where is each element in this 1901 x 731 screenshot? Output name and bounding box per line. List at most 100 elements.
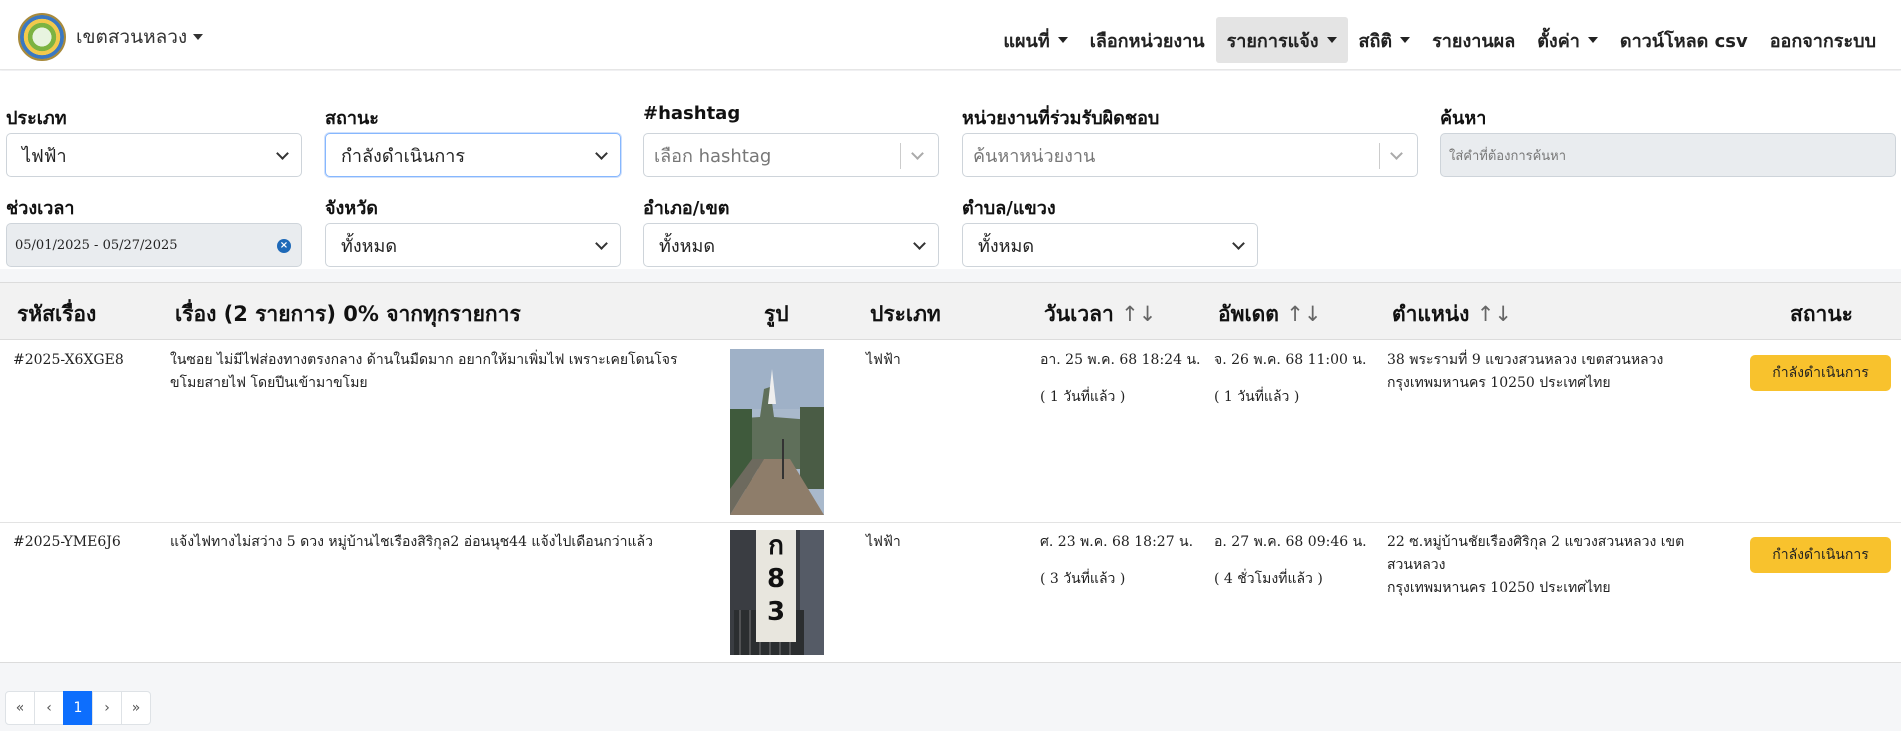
- district-filter-label: อำเภอ/เขต: [643, 198, 730, 219]
- datetime-value: ศ. 23 พ.ค. 68 18:27 น.: [1040, 534, 1194, 550]
- date-range-input[interactable]: 05/01/2025 - 05/27/2025 ×: [6, 223, 302, 267]
- datetime-value: อา. 25 พ.ค. 68 18:24 น.: [1040, 352, 1201, 368]
- brand-menu[interactable]: เขตสวนหลวง: [18, 13, 204, 61]
- photo-sign-char: 3: [766, 597, 786, 627]
- status-select-value: กำลังดำเนินการ: [341, 145, 466, 167]
- brand-name: เขตสวนหลวง: [76, 26, 188, 48]
- last-page-button[interactable]: »: [121, 691, 151, 725]
- district-select-value: ทั้งหมด: [659, 235, 716, 257]
- report-type: ไฟฟ้า: [866, 534, 901, 550]
- nav-settings[interactable]: ตั้งค่า: [1526, 17, 1609, 63]
- province-select[interactable]: ทั้งหมด: [325, 223, 621, 267]
- photo-sign-text: ก 8 3: [756, 530, 796, 629]
- chevron-down-icon: [276, 147, 289, 160]
- col-datetime-header[interactable]: วันเวลา ↑↓: [1044, 298, 1156, 331]
- report-location: 22 ซ.หมู่บ้านชัยเรืองศิริกุล 2 แขวงสวนหล…: [1387, 531, 1739, 600]
- agency-placeholder: ค้นหาหน่วยงาน: [973, 145, 1096, 167]
- location-line: กรุงเทพมหานคร 10250 ประเทศไทย: [1387, 580, 1611, 596]
- hashtag-select[interactable]: เลือก hashtag: [643, 133, 939, 177]
- report-photo[interactable]: [730, 349, 824, 515]
- col-location-label: ตำแหน่ง: [1392, 302, 1470, 326]
- reports-table: รหัสเรื่อง เรื่อง (2 รายการ) 0% จากทุกรา…: [0, 282, 1901, 663]
- status-badge[interactable]: กำลังดำเนินการ: [1750, 537, 1891, 573]
- nav-reports-label: รายการแจ้ง: [1226, 30, 1319, 52]
- nav-settings-label: ตั้งค่า: [1537, 30, 1580, 52]
- status-filter-label: สถานะ: [325, 108, 379, 129]
- nav-results-report-label: รายงานผล: [1432, 30, 1516, 52]
- location-line: 38 พระรามที่ 9 แขวงสวนหลวง เขตสวนหลวง: [1387, 352, 1664, 368]
- search-placeholder: ใส่คำที่ต้องการค้นหา: [1449, 148, 1567, 164]
- prev-page-button[interactable]: ‹: [34, 691, 64, 725]
- report-id[interactable]: #2025-YME6J6: [13, 531, 121, 554]
- type-select-value: ไฟฟ้า: [22, 145, 67, 167]
- type-select[interactable]: ไฟฟ้า: [6, 133, 302, 177]
- period-filter-label: ช่วงเวลา: [6, 198, 75, 219]
- chevron-down-icon: [1400, 37, 1411, 43]
- chevron-down-icon: [1390, 147, 1403, 160]
- col-title-header: เรื่อง (2 รายการ) 0% จากทุกรายการ: [175, 302, 521, 326]
- col-updated-header[interactable]: อัพเดต ↑↓: [1218, 298, 1321, 331]
- pagination: « ‹ 1 › »: [5, 691, 151, 725]
- description-line: ขโมยสายไฟ โดยปีนเข้ามาขโมย: [170, 375, 368, 391]
- nav-results-report[interactable]: รายงานผล: [1421, 17, 1526, 63]
- col-status-header: สถานะ: [1790, 302, 1853, 326]
- main-nav: แผนที่ เลือกหน่วยงาน รายการแจ้ง สถิติ รา…: [992, 17, 1887, 63]
- table-row[interactable]: #2025-YME6J6 แจ้งไฟทางไม่สว่าง 5 ดวง หมู…: [0, 523, 1901, 662]
- search-input[interactable]: ใส่คำที่ต้องการค้นหา: [1440, 133, 1896, 177]
- nav-download-csv[interactable]: ดาวน์โหลด csv: [1609, 17, 1759, 63]
- updated-ago: ( 4 ชั่วโมงที่แล้ว ): [1214, 571, 1323, 587]
- agency-select[interactable]: ค้นหาหน่วยงาน: [962, 133, 1418, 177]
- chevron-down-icon: [193, 34, 204, 40]
- nav-select-agency[interactable]: เลือกหน่วยงาน: [1079, 17, 1216, 63]
- description-line: ในซอย ไม่มีไฟส่องทางตรงกลาง ด้านในมืดมาก…: [170, 352, 678, 368]
- description-line: แจ้งไฟทางไม่สว่าง 5 ดวง หมู่บ้านไชเรืองส…: [170, 534, 653, 550]
- subdistrict-select-value: ทั้งหมด: [978, 235, 1035, 257]
- photo-sign-char: ก: [768, 531, 784, 561]
- report-description: แจ้งไฟทางไม่สว่าง 5 ดวง หมู่บ้านไชเรืองส…: [170, 531, 730, 554]
- report-datetime: ศ. 23 พ.ค. 68 18:27 น. ( 3 วันที่แล้ว ): [1040, 531, 1193, 591]
- updated-value: จ. 26 พ.ค. 68 11:00 น.: [1214, 352, 1367, 368]
- report-photo[interactable]: ก 8 3: [730, 530, 824, 655]
- updated-ago: ( 1 วันที่แล้ว ): [1214, 389, 1300, 405]
- nav-download-csv-label: ดาวน์โหลด csv: [1619, 30, 1748, 52]
- chevron-down-icon: [595, 147, 608, 160]
- nav-map[interactable]: แผนที่: [992, 17, 1078, 63]
- table-header: รหัสเรื่อง เรื่อง (2 รายการ) 0% จากทุกรา…: [0, 283, 1901, 340]
- district-select[interactable]: ทั้งหมด: [643, 223, 939, 267]
- next-page-button[interactable]: ›: [92, 691, 122, 725]
- nav-reports[interactable]: รายการแจ้ง: [1215, 17, 1348, 63]
- top-navbar: เขตสวนหลวง แผนที่ เลือกหน่วยงาน รายการแจ…: [0, 0, 1901, 70]
- col-image-header: รูป: [764, 302, 789, 326]
- photo-sign-char: 8: [766, 564, 786, 594]
- col-type-header: ประเภท: [870, 302, 941, 326]
- status-select[interactable]: กำลังดำเนินการ: [325, 133, 621, 177]
- nav-logout[interactable]: ออกจากระบบ: [1759, 17, 1887, 63]
- nav-statistics[interactable]: สถิติ: [1348, 17, 1422, 63]
- nav-statistics-label: สถิติ: [1358, 30, 1393, 52]
- chevron-down-icon: [911, 147, 924, 160]
- col-location-header[interactable]: ตำแหน่ง ↑↓: [1392, 298, 1512, 331]
- report-type: ไฟฟ้า: [866, 352, 901, 368]
- agency-filter-label: หน่วยงานที่ร่วมรับผิดชอบ: [962, 108, 1160, 129]
- table-row[interactable]: #2025-X6XGE8 ในซอย ไม่มีไฟส่องทางตรงกลาง…: [0, 340, 1901, 523]
- status-badge[interactable]: กำลังดำเนินการ: [1750, 355, 1891, 391]
- subdistrict-filter-label: ตำบล/แขวง: [962, 198, 1056, 219]
- filter-panel: ประเภท สถานะ #hashtag หน่วยงานที่ร่วมรับ…: [0, 71, 1901, 269]
- report-id[interactable]: #2025-X6XGE8: [13, 349, 124, 372]
- search-label: ค้นหา: [1440, 108, 1487, 129]
- chevron-down-icon: [1232, 237, 1245, 250]
- province-filter-label: จังหวัด: [325, 198, 378, 219]
- page-number-button[interactable]: 1: [63, 691, 93, 725]
- sort-icon: ↑↓: [1476, 302, 1512, 326]
- sort-icon: ↑↓: [1121, 302, 1157, 326]
- col-updated-label: อัพเดต: [1218, 302, 1279, 326]
- col-id-header: รหัสเรื่อง: [17, 302, 97, 326]
- chevron-down-icon: [1326, 37, 1337, 43]
- first-page-button[interactable]: «: [5, 691, 35, 725]
- clear-icon[interactable]: ×: [277, 239, 291, 253]
- updated-value: อ. 27 พ.ค. 68 09:46 น.: [1214, 534, 1367, 550]
- nav-select-agency-label: เลือกหน่วยงาน: [1089, 30, 1205, 52]
- subdistrict-select[interactable]: ทั้งหมด: [962, 223, 1258, 267]
- location-line: กรุงเทพมหานคร 10250 ประเทศไทย: [1387, 375, 1611, 391]
- select-separator: [900, 143, 901, 169]
